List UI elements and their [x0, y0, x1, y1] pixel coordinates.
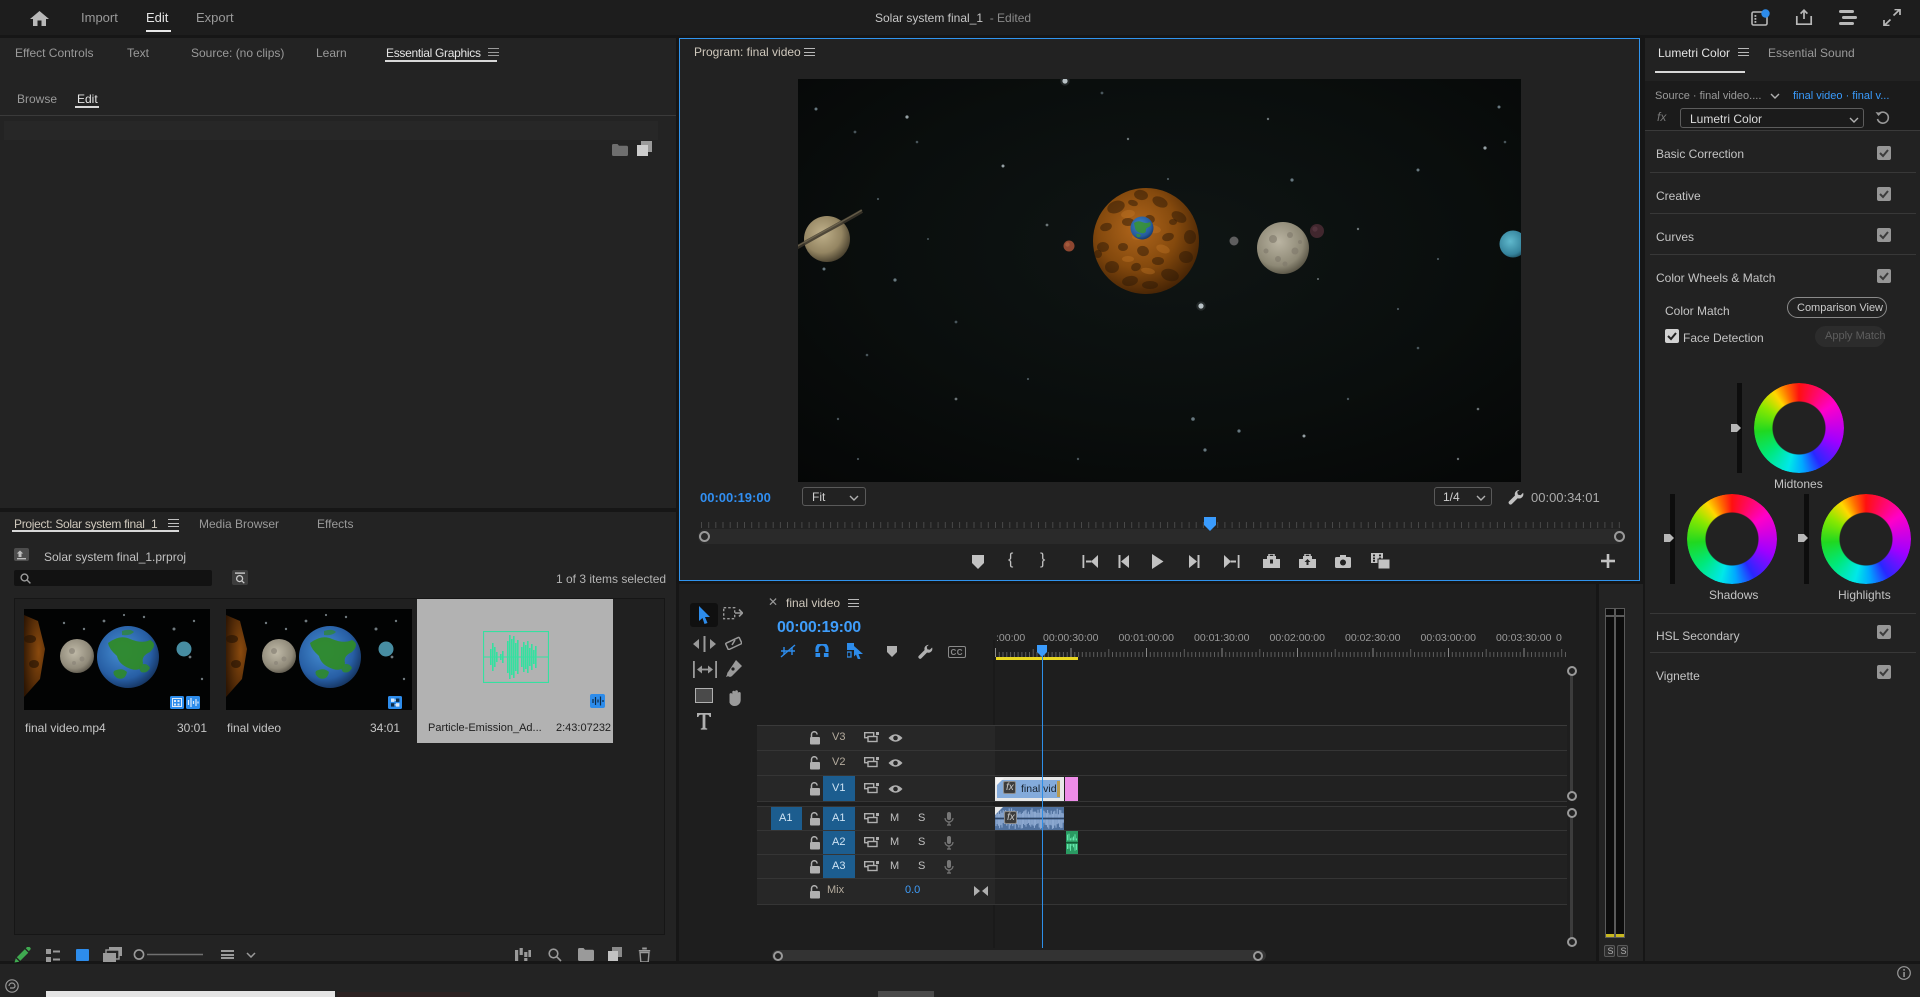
svg-text:00:00:30:00: 00:00:30:00	[1043, 632, 1099, 644]
svg-text:00:03:00:00: 00:03:00:00	[1421, 632, 1477, 644]
svg-text:00:01:30:00: 00:01:30:00	[1194, 632, 1250, 644]
svg-text::00:00: :00:00	[996, 632, 1025, 644]
svg-text:00:03:30:00: 00:03:30:00	[1496, 632, 1552, 644]
svg-text:0: 0	[1556, 632, 1562, 644]
svg-text:00:01:00:00: 00:01:00:00	[1119, 632, 1175, 644]
svg-text:00:02:30:00: 00:02:30:00	[1345, 632, 1401, 644]
svg-text:00:02:00:00: 00:02:00:00	[1270, 632, 1326, 644]
